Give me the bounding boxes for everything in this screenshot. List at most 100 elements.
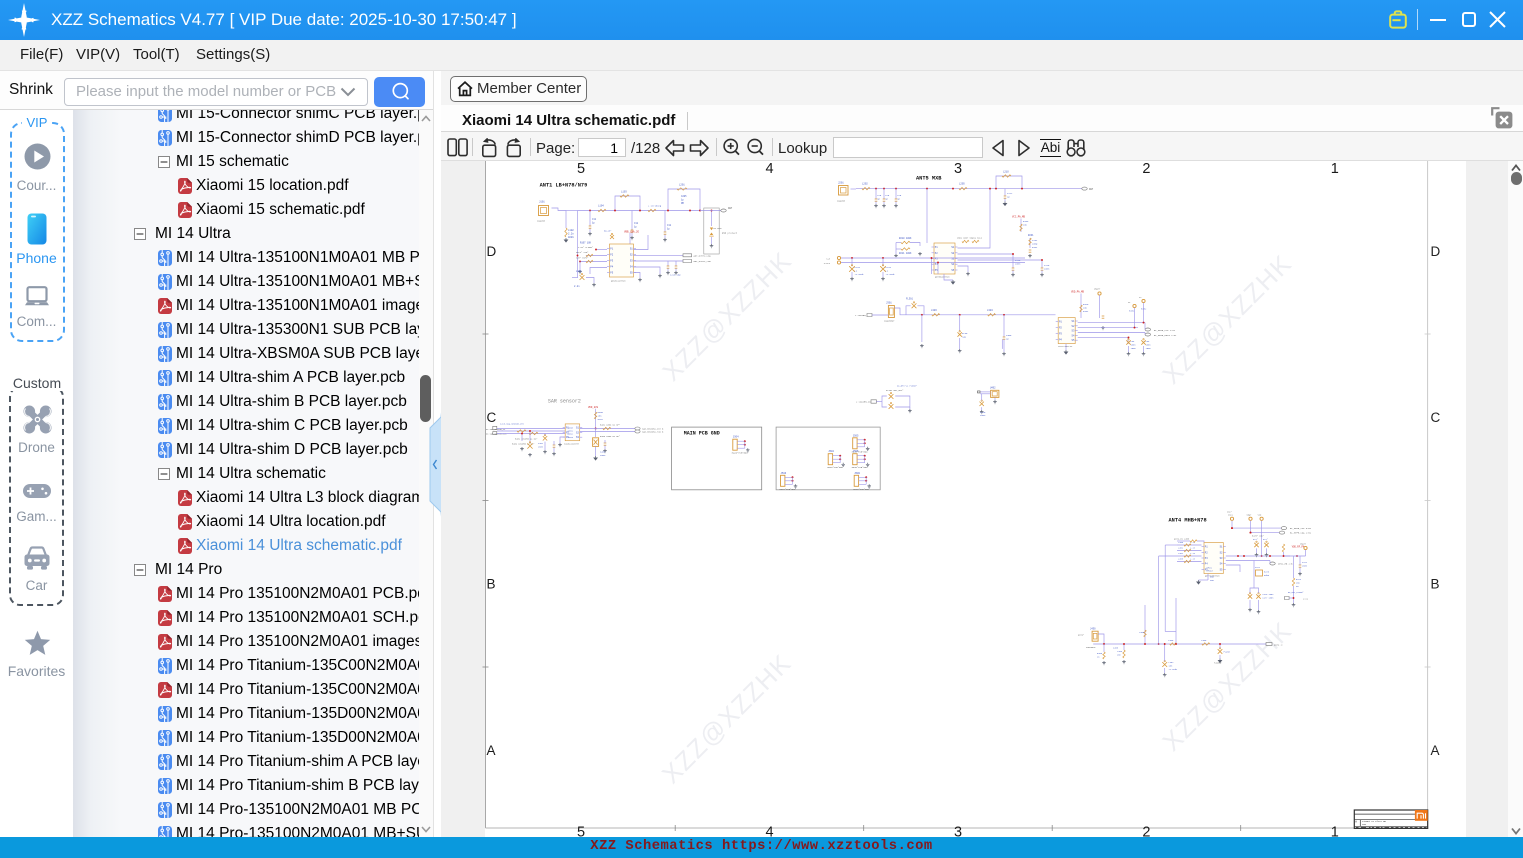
svg-text:J500: J500 (854, 472, 860, 475)
svg-text:BL_RFFE_SCK 3:B1: BL_RFFE_SCK 3:B1 (1290, 527, 1312, 530)
svg-text:0201: 0201 (1032, 246, 1038, 249)
svg-text:2 SOLDER_IN: 2 SOLDER_IN (856, 401, 871, 404)
svg-text:U402: U402 (990, 387, 996, 390)
svg-text:L452: L452 (1178, 552, 1184, 555)
svg-text:NC SAR_SENSOR_CLK: NC SAR_SENSOR_CLK (486, 433, 507, 436)
svg-text:C: C (1431, 410, 1441, 425)
svg-text:L striking: L striking (648, 205, 662, 208)
svg-text:L303: L303 (931, 309, 937, 312)
svg-text:A: A (1355, 821, 1357, 824)
svg-text:BW-10*: BW-10* (604, 230, 611, 233)
svg-text:BL_RFFE_SDA 2:B1: BL_RFFE_SDA 2:B1 (1290, 532, 1312, 535)
svg-text:100n: 100n (538, 445, 544, 448)
svg-text:NM: NM (681, 202, 684, 205)
svg-text:XZZ@XZZHK: XZZ@XZZHK (1158, 617, 1298, 757)
svg-text:VBATT: VBATT (1300, 543, 1307, 546)
svg-text:OPO1_HB 2:B: OPO1_HB 2:B (1278, 563, 1293, 566)
svg-text:R211 100K: R211 100K (899, 252, 912, 255)
svg-text:R332: R332 (1141, 308, 1147, 311)
svg-text:U472: U472 (1255, 566, 1261, 569)
svg-text:MIPI* S2H*: MIPI* S2H* (576, 251, 588, 254)
svg-text:D: D (487, 244, 497, 259)
svg-text:10K: 10K (1023, 223, 1028, 226)
svg-text:COAX50UT: COAX50UT (884, 320, 895, 323)
svg-text:L453: L453 (1178, 558, 1184, 561)
svg-text:R403 100K NC NF*: R403 100K NC NF* (600, 435, 620, 438)
svg-text:J301: J301 (886, 302, 892, 305)
svg-text:L450: L450 (1178, 541, 1184, 544)
svg-text:4: 4 (765, 161, 773, 177)
svg-text:100n: 100n (980, 414, 986, 417)
svg-text:RFOUT: RFOUT (1207, 570, 1214, 573)
svg-text:ANT1 LB+N78/N79: ANT1 LB+N78/N79 (540, 183, 588, 189)
svg-text:1p: 1p (1006, 337, 1009, 340)
svg-text:S-CLK: S-CLK (824, 262, 831, 265)
svg-text:2.2n: 2.2n (574, 285, 580, 288)
svg-text:A: A (487, 743, 496, 758)
svg-text:L304: L304 (987, 309, 993, 312)
svg-text:SAW: SAW (962, 335, 967, 338)
svg-text:D: D (1431, 244, 1441, 259)
svg-text:L459: L459 (1201, 639, 1207, 642)
svg-text:VDD_PA_MB: VDD_PA_MB (1071, 291, 1084, 294)
svg-text:+1.8Vdc: +1.8Vdc (1169, 668, 1178, 671)
svg-text:L202: L202 (862, 183, 868, 186)
svg-text:2:C1: 2:C1 (1303, 597, 1309, 600)
svg-text:MAIN*PCB*GND: MAIN*PCB*GND (852, 466, 868, 469)
svg-text:COAX50: COAX50 (537, 220, 546, 223)
svg-text:BL_RFFE_CLK 2:N1: BL_RFFE_CLK 2:N1 (1154, 329, 1176, 332)
svg-text:R231: R231 (1028, 234, 1034, 237)
svg-text:1p: 1p (592, 221, 595, 224)
svg-text:1.8V* 0.3mA*: 1.8V* 0.3mA* (578, 246, 593, 249)
svg-text:2: 2 (1142, 161, 1150, 177)
svg-text:SAR_SENSOR2_TXD B: SAR_SENSOR2_TXD B (642, 431, 664, 434)
svg-text:MAIN*PCB*GND: MAIN*PCB*GND (853, 488, 869, 491)
svg-text:XZZ@XZZHK: XZZ@XZZHK (1158, 250, 1298, 390)
svg-text:SAR sensor2: SAR sensor2 (548, 399, 581, 405)
svg-text:0201: 0201 (1083, 310, 1089, 313)
svg-text:5: 5 (577, 825, 585, 838)
svg-text:3: 3 (954, 825, 962, 838)
svg-text:VCC_PA_MB: VCC_PA_MB (1012, 216, 1025, 219)
svg-text:+GND: +GND (1146, 347, 1152, 350)
svg-text:FL450: FL450 (1224, 651, 1231, 654)
svg-text:1p: 1p (877, 197, 880, 200)
svg-text:VCC*: VCC* (1227, 511, 1232, 514)
svg-text:L205: L205 (959, 183, 965, 186)
svg-text:2.2n: 2.2n (1190, 547, 1196, 550)
svg-text:B: B (1431, 577, 1440, 592)
svg-text:J504: J504 (733, 436, 739, 439)
svg-text:ANT5 MXB: ANT5 MXB (916, 175, 942, 181)
svg-text:100n: 100n (1302, 564, 1308, 567)
svg-text:J502: J502 (828, 450, 834, 453)
svg-text:+1.8Vdc: +1.8Vdc (855, 273, 865, 276)
svg-text:QM75043TR13: QM75043TR13 (935, 276, 950, 279)
svg-text:4: 4 (765, 825, 773, 838)
svg-text:1p: 1p (667, 227, 670, 230)
svg-text:ANT4 2:: ANT4 2: (1274, 643, 1283, 646)
svg-text:VBB_LNA_2G: VBB_LNA_2G (624, 230, 640, 233)
svg-text:D2 ESD: D2 ESD (714, 227, 723, 230)
svg-text:ESD protect: ESD protect (722, 232, 738, 235)
svg-text:C477 100n: C477 100n (1263, 596, 1275, 599)
svg-text:J505: J505 (853, 434, 859, 437)
svg-text:R402 100K NC NF*: R402 100K NC NF* (600, 424, 620, 427)
svg-text:0ohm: 0ohm (1264, 574, 1270, 577)
svg-text:1p: 1p (897, 197, 900, 200)
svg-text:FL4*: FL4* (1263, 538, 1268, 541)
svg-text:C215 10p: C215 10p (670, 274, 681, 277)
svg-text:L103: L103 (621, 191, 627, 194)
svg-text:FL4*: FL4* (1253, 538, 1258, 541)
svg-text:1K: 1K (1097, 655, 1100, 658)
svg-text:NC-GPS*L1 P1800*: NC-GPS*L1 P1800* (897, 385, 917, 388)
svg-text:SCH: SCH (1362, 823, 1367, 826)
svg-text:MAIN PCB GND: MAIN PCB GND (684, 430, 720, 436)
svg-text:10n: 10n (1117, 653, 1121, 656)
svg-text:R107 10K: R107 10K (580, 242, 592, 245)
svg-text:ANT: ANT (1089, 188, 1094, 191)
svg-text:ANT4*: ANT4* (1078, 634, 1084, 637)
svg-text:R470* 10K*: R470* 10K* (1252, 535, 1264, 538)
svg-text:VBAT: VBAT (1247, 514, 1253, 517)
svg-text:3: 3 (954, 161, 962, 177)
svg-text:J450: J450 (1090, 627, 1096, 630)
